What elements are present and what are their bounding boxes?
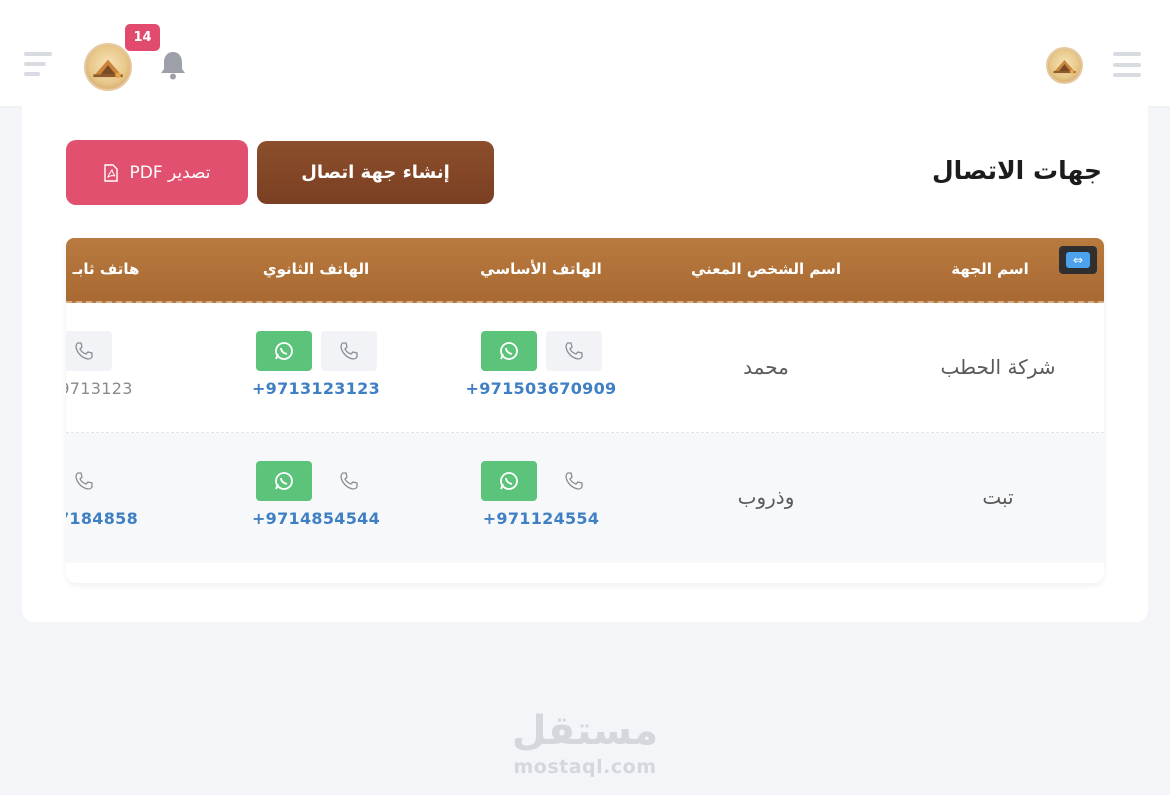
whatsapp-button[interactable] — [481, 461, 537, 501]
menu-toggle-icon[interactable] — [24, 52, 52, 76]
secondary-phone-link[interactable]: +9714854544 — [252, 509, 380, 528]
phone-icon — [75, 472, 93, 490]
expand-columns-button[interactable]: ⇔ — [1059, 246, 1097, 274]
brand-logo-avatar[interactable] — [84, 43, 132, 91]
header-other-phone[interactable]: هاتف ثابـ — [73, 260, 140, 278]
call-button[interactable] — [321, 461, 377, 501]
header-contact-person[interactable]: اسم الشخص المعني — [691, 260, 841, 278]
watermark-latin: mostaql.com — [513, 756, 657, 778]
phone-icon — [75, 342, 93, 360]
other-phone-link[interactable]: 9713123 — [66, 379, 133, 398]
whatsapp-icon — [500, 472, 518, 490]
header-entity-name[interactable]: اسم الجهة — [951, 260, 1028, 278]
phone-icon — [340, 472, 358, 490]
notification-count-badge[interactable]: 14 — [125, 24, 160, 51]
call-button[interactable] — [66, 331, 112, 371]
whatsapp-button[interactable] — [256, 331, 312, 371]
secondary-phone-cell: +9714854544 — [251, 461, 391, 541]
call-button[interactable] — [546, 331, 602, 371]
bell-icon[interactable] — [158, 49, 188, 81]
phone-icon — [565, 472, 583, 490]
whatsapp-button[interactable] — [256, 461, 312, 501]
export-pdf-label: تصدير PDF — [129, 162, 211, 183]
other-phone-cell: 7184858 — [66, 461, 138, 541]
user-avatar[interactable] — [1046, 47, 1083, 84]
top-bar: 14 — [0, 0, 1170, 106]
secondary-phone-cell: +9713123123 — [251, 331, 391, 411]
cell-contact-person: محمد — [743, 355, 789, 379]
whatsapp-icon — [275, 342, 293, 360]
header-secondary-phone[interactable]: الهاتف الثانوي — [263, 260, 369, 278]
primary-phone-cell: +971124554 — [476, 461, 616, 541]
page-title: جهات الاتصال — [931, 156, 1102, 185]
export-pdf-button[interactable]: تصدير PDF — [66, 140, 248, 205]
call-button[interactable] — [321, 331, 377, 371]
create-contact-button[interactable]: إنشاء جهة اتصال — [257, 141, 494, 204]
watermark-arabic: مستقل — [511, 708, 659, 754]
primary-phone-link[interactable]: +971503670909 — [466, 379, 617, 398]
pdf-file-icon — [104, 163, 119, 182]
header-primary-phone[interactable]: الهاتف الأساسي — [480, 260, 602, 278]
table-row: شركة الحطب محمد +971503670909 +971312312… — [66, 303, 1104, 433]
contacts-table: ⇔ اسم الجهة اسم الشخص المعني الهاتف الأس… — [66, 238, 1104, 583]
cell-entity-name: تبت — [982, 485, 1014, 509]
secondary-phone-link[interactable]: +9713123123 — [252, 379, 380, 398]
other-phone-link[interactable]: 7184858 — [66, 509, 138, 528]
whatsapp-button[interactable] — [481, 331, 537, 371]
cell-contact-person: وذروب — [737, 485, 795, 509]
other-phone-cell: 9713123 — [66, 331, 132, 411]
phone-icon — [340, 342, 358, 360]
phone-icon — [565, 342, 583, 360]
table-header: ⇔ اسم الجهة اسم الشخص المعني الهاتف الأس… — [66, 238, 1104, 303]
sidebar-toggle-icon[interactable] — [1113, 52, 1141, 77]
whatsapp-icon — [275, 472, 293, 490]
double-arrow-icon: ⇔ — [1066, 252, 1090, 268]
cell-entity-name: شركة الحطب — [940, 355, 1056, 379]
whatsapp-icon — [500, 342, 518, 360]
primary-phone-link[interactable]: +971124554 — [483, 509, 600, 528]
call-button[interactable] — [546, 461, 602, 501]
call-button[interactable] — [66, 461, 112, 501]
table-row: تبت وذروب +971124554 +9714854544 71 — [66, 433, 1104, 563]
primary-phone-cell: +971503670909 — [466, 331, 616, 411]
